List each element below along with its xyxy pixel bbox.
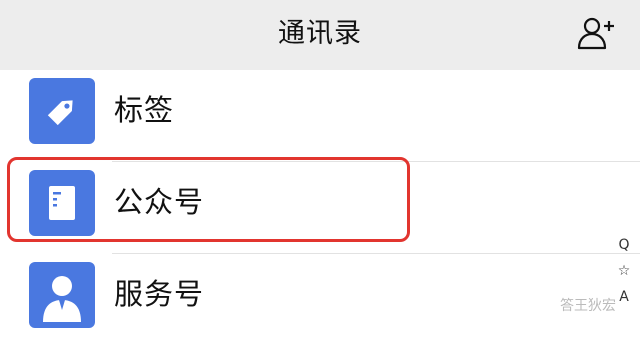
tag-icon <box>29 78 95 144</box>
top-bar: 通讯录 <box>0 0 640 70</box>
index-item-star[interactable]: ☆ <box>612 262 636 280</box>
highlight-box <box>7 157 410 242</box>
page-title: 通讯录 <box>278 18 362 49</box>
list-item-tags[interactable]: 标签 <box>0 70 640 162</box>
list-item-service-accounts[interactable]: 服务号 <box>0 254 640 346</box>
person-icon <box>29 262 95 328</box>
index-item-search[interactable]: Q <box>612 236 636 254</box>
add-contact-button[interactable] <box>576 16 616 52</box>
add-contact-icon <box>577 17 614 50</box>
list-item-label: 服务号 <box>114 277 205 311</box>
watermark: 答王狄宏 <box>560 298 616 314</box>
list-item-label: 标签 <box>114 93 175 127</box>
